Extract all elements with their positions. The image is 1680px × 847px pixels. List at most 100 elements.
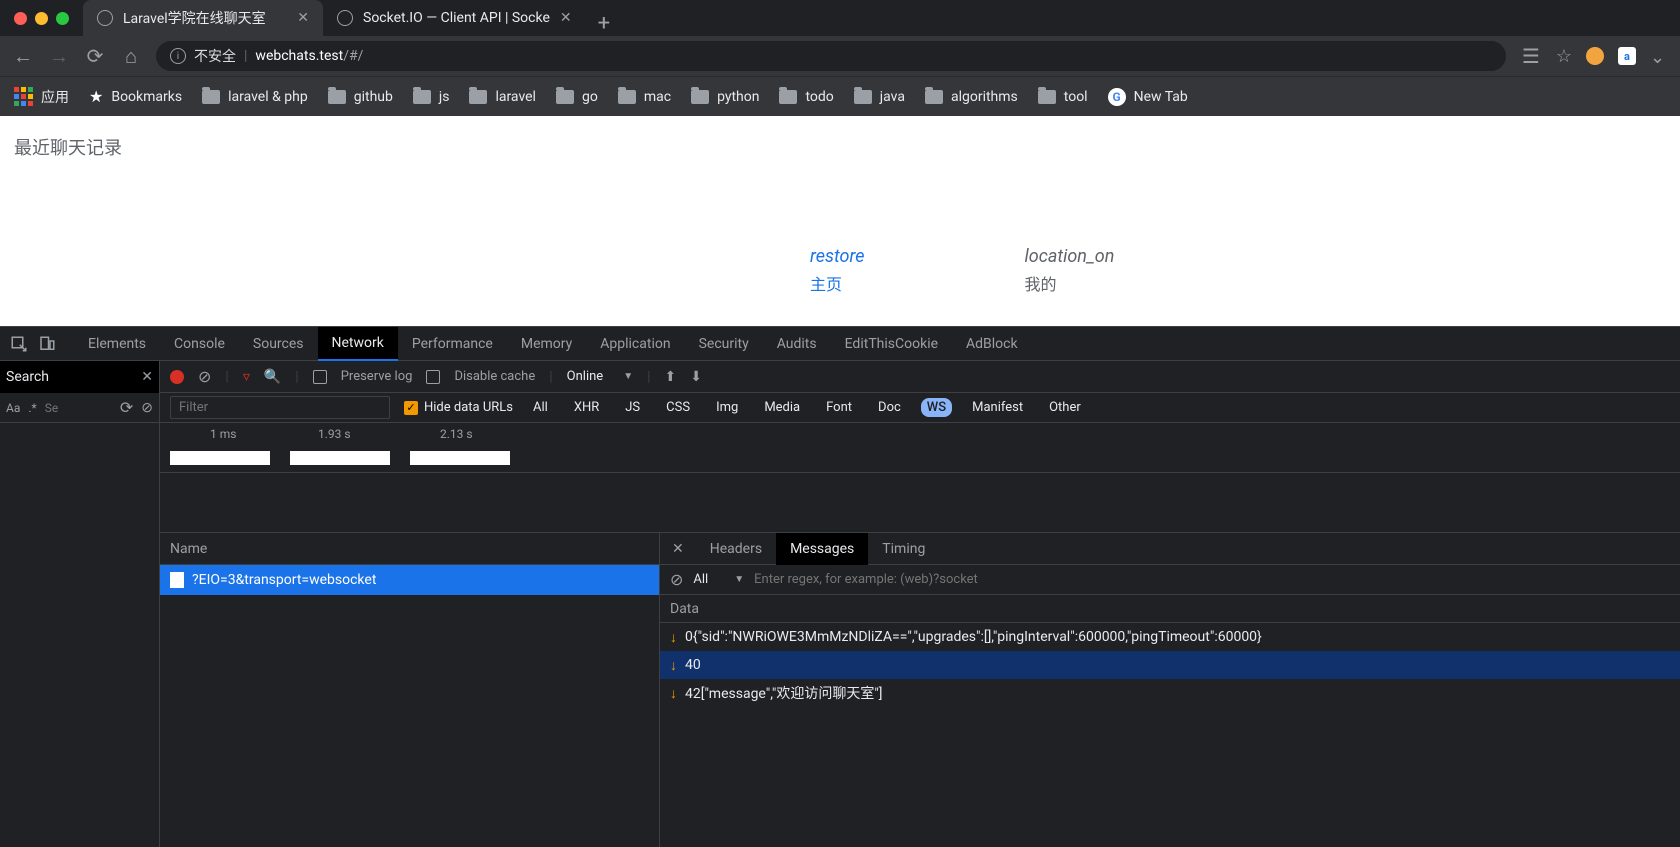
device-toggle-icon[interactable] [38,335,56,353]
new-tab-button[interactable]: + [586,11,622,36]
filter-type-doc[interactable]: Doc [872,398,907,417]
messages-filter-select[interactable]: All ▼ [693,572,744,587]
timeline-overview[interactable] [160,473,1680,533]
filter-type-js[interactable]: JS [619,398,646,417]
throttle-select[interactable]: Online ▼ [567,369,633,384]
devtools-tab-audits[interactable]: Audits [763,327,831,361]
address-bar[interactable]: i 不安全 | webchats.test/#/ [156,41,1506,71]
clear-button[interactable]: ⊘ [198,367,211,386]
page-content: 最近聊天记录 restore 主页 location_on 我的 [0,116,1680,326]
filter-type-xhr[interactable]: XHR [568,398,605,417]
data-column-header[interactable]: Data [660,595,1680,623]
record-button[interactable] [170,370,184,384]
devtools-tab-application[interactable]: Application [586,327,684,361]
filter-type-media[interactable]: Media [758,398,806,417]
filter-toggle-icon[interactable]: ▿ [243,369,250,385]
devtools-tab-adblock[interactable]: AdBlock [952,327,1032,361]
toolbar-right: ☰ ☆ a ⌄ [1520,44,1668,68]
site-info-icon[interactable]: i [170,48,186,64]
ws-message-row[interactable]: ↓ 0{"sid":"NWRiOWE3MmMzNDliZA==","upgrad… [660,623,1680,651]
nav-mine[interactable]: location_on 我的 [1025,246,1115,295]
upload-har-icon[interactable]: ⬆ [665,369,677,385]
bookmark-bookmarks[interactable]: ★ Bookmarks [89,87,182,106]
refresh-search-icon[interactable]: ⟳ [120,398,133,417]
regex-icon[interactable]: .* [28,401,36,415]
search-input[interactable] [45,401,112,415]
bookmark-folder[interactable]: mac [618,89,671,105]
detail-tab-headers[interactable]: Headers [696,533,776,565]
filter-type-manifest[interactable]: Manifest [966,398,1029,417]
bookmark-folder[interactable]: algorithms [925,89,1018,105]
bookmark-folder[interactable]: todo [779,89,833,105]
disable-cache-checkbox[interactable] [426,370,440,384]
browser-tab-active[interactable]: Laravel学院在线聊天室 ✕ [83,0,323,36]
browser-tab[interactable]: Socket.IO — Client API | Socke ✕ [323,0,586,36]
devtools-tab-memory[interactable]: Memory [507,327,586,361]
name-column-header[interactable]: Name [160,533,659,565]
reload-button[interactable]: ⟳ [84,44,106,68]
bookmark-folder[interactable]: tool [1038,89,1088,105]
network-timeline[interactable]: 1 ms 1.93 s 2.13 s [160,423,1680,473]
search-toggle-icon[interactable]: 🔍 [264,369,281,385]
case-sensitive-icon[interactable]: Aa [6,401,20,415]
nav-home[interactable]: restore 主页 [810,246,865,295]
ws-message-row[interactable]: ↓ 40 [660,651,1680,679]
devtools-tab-security[interactable]: Security [685,327,763,361]
home-button[interactable]: ⌂ [120,44,142,69]
filter-type-all[interactable]: All [527,398,554,417]
forward-button[interactable]: → [48,44,70,69]
filter-input[interactable] [170,396,390,419]
close-tab-icon[interactable]: ✕ [297,10,309,26]
clear-search-icon[interactable]: ⊘ [141,400,153,416]
devtools-tab-performance[interactable]: Performance [398,327,507,361]
bookmark-folder[interactable]: laravel & php [202,89,308,105]
messages-regex-input[interactable] [754,572,1670,587]
bookmark-folder[interactable]: go [556,89,598,105]
detail-tab-messages[interactable]: Messages [776,533,868,565]
extension-pocket-icon[interactable]: ⌄ [1650,47,1668,65]
search-toolbar: Aa .* ⟳ ⊘ [0,393,159,423]
download-har-icon[interactable]: ⬇ [690,369,702,385]
request-row[interactable]: ?EIO=3&transport=websocket [160,565,659,595]
hide-data-urls[interactable]: ✓ Hide data URLs [404,400,513,415]
bookmark-folder[interactable]: js [413,89,450,105]
bookmark-folder[interactable]: github [328,89,393,105]
bookmark-folder[interactable]: java [854,89,905,105]
bottom-nav: restore 主页 location_on 我的 [810,246,1114,295]
extension-cookie-icon[interactable] [1586,47,1604,65]
bookmark-star-icon[interactable]: ☆ [1556,46,1572,67]
devtools-tab-console[interactable]: Console [160,327,239,361]
back-button[interactable]: ← [12,44,34,69]
bookmark-folder[interactable]: laravel [469,89,536,105]
page-heading: 最近聊天记录 [14,134,1666,160]
filter-type-css[interactable]: CSS [660,398,696,417]
devtools-tab-sources[interactable]: Sources [239,327,318,361]
close-window-button[interactable] [14,12,27,25]
devtools-tab-network[interactable]: Network [318,327,398,361]
devtools-tab-editthiscookie[interactable]: EditThisCookie [831,327,952,361]
minimize-window-button[interactable] [35,12,48,25]
close-search-icon[interactable]: ✕ [141,369,153,385]
preserve-log-checkbox[interactable] [313,370,327,384]
bookmark-folder[interactable]: python [691,89,759,105]
bookmark-apps[interactable]: 应用 [14,87,69,107]
filter-type-ws[interactable]: WS [921,398,952,417]
extension-amazon-icon[interactable]: a [1618,47,1636,65]
close-detail-icon[interactable]: ✕ [660,541,696,557]
ws-message-row[interactable]: ↓ 42["message","欢迎访问聊天室"] [660,679,1680,707]
inspect-element-icon[interactable] [10,335,28,353]
ws-message-text: 42["message","欢迎访问聊天室"] [685,683,883,703]
devtools: Elements Console Sources Network Perform… [0,326,1680,847]
network-split: Name ?EIO=3&transport=websocket ✕ Header… [160,533,1680,847]
detail-tabs: ✕ Headers Messages Timing [660,533,1680,565]
clear-messages-icon[interactable]: ⊘ [670,570,683,589]
bookmark-newtab[interactable]: G New Tab [1108,88,1188,106]
reader-icon[interactable]: ☰ [1520,44,1542,68]
close-tab-icon[interactable]: ✕ [560,10,572,26]
maximize-window-button[interactable] [56,12,69,25]
devtools-tab-elements[interactable]: Elements [74,327,160,361]
filter-type-font[interactable]: Font [820,398,858,417]
filter-type-img[interactable]: Img [710,398,744,417]
filter-type-other[interactable]: Other [1043,398,1087,417]
detail-tab-timing[interactable]: Timing [868,533,939,565]
